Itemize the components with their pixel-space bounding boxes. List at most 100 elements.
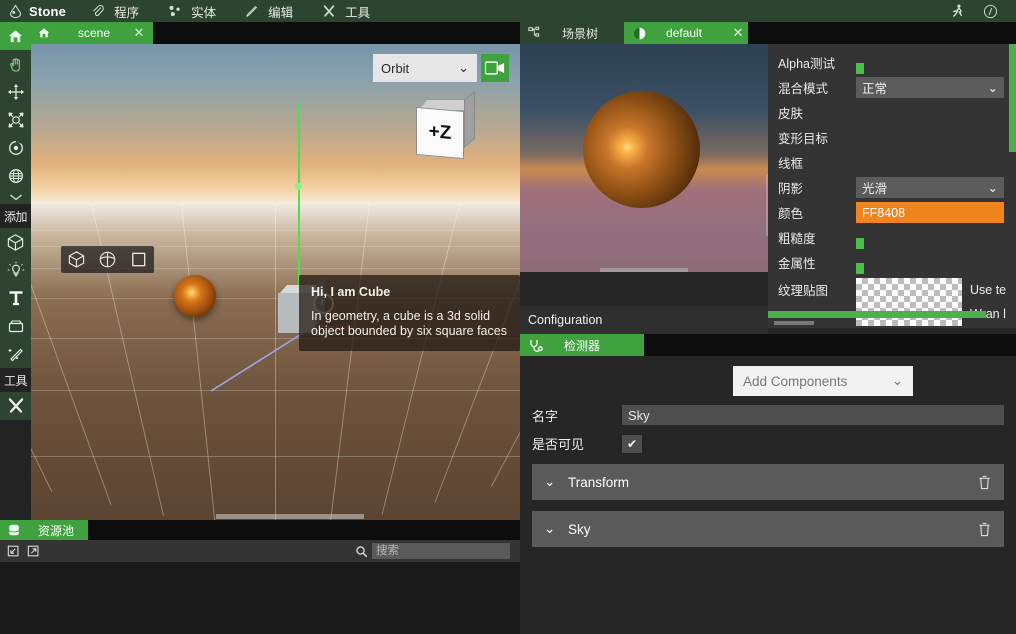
view-orientation-cube[interactable]: +Z <box>416 90 476 160</box>
tab-resource-pool[interactable]: 资源池 <box>0 520 89 540</box>
material-preview[interactable] <box>520 44 768 272</box>
tab-scene-close-icon[interactable]: ✕ <box>131 25 147 41</box>
paperclip-icon <box>90 4 105 19</box>
right-dock: 场景树 default ✕ Configuration Model <box>520 22 1016 634</box>
search-input[interactable] <box>372 543 510 559</box>
stone-logo-icon <box>8 3 23 19</box>
tree-icon <box>520 26 550 40</box>
export-button[interactable] <box>24 541 44 561</box>
rail-item-add-light[interactable] <box>0 256 31 284</box>
square-outline-icon <box>132 252 146 267</box>
inspector-visible-checkbox[interactable]: ✔ <box>622 434 642 453</box>
rail-item-add-container[interactable] <box>0 312 31 340</box>
import-button[interactable] <box>4 541 24 561</box>
texture-thumbnail[interactable] <box>856 278 962 326</box>
menu-label-tools: 工具 <box>345 5 371 20</box>
chevron-down-icon <box>9 194 22 201</box>
viewport-horizontal-scrollbar[interactable] <box>31 513 520 520</box>
blend-mode-value: 正常 <box>862 82 888 96</box>
menu-item-program[interactable]: 程序 <box>76 0 153 22</box>
shading-select[interactable]: 光滑 ⌄ <box>856 177 1004 198</box>
color-field[interactable]: FF8408 <box>856 202 1004 223</box>
menu-item-edit[interactable]: 编辑 <box>230 0 307 22</box>
add-components-value: Add Components <box>743 373 848 389</box>
property-label-roughness: 粗糙度 <box>778 232 816 246</box>
hand-pick-icon <box>10 57 20 72</box>
tab-material-close-icon[interactable]: ✕ <box>728 25 748 41</box>
rail-item-tools[interactable] <box>0 392 31 420</box>
shading-material-button[interactable] <box>92 246 123 273</box>
add-components-wrap: Add Components ⌄ <box>532 366 1004 396</box>
rail-item-global[interactable] <box>0 162 31 190</box>
blend-mode-select[interactable]: 正常 ⌄ <box>856 77 1004 98</box>
camera-mode-select[interactable]: Orbit ⌄ <box>373 54 477 82</box>
rail-item-home[interactable] <box>0 22 31 50</box>
component-card-sky[interactable]: ⌄ Sky <box>532 511 1004 547</box>
database-icon <box>0 523 28 537</box>
scene-viewport[interactable]: i Orbit ⌄ +Z Hi, I am Cube In g <box>31 44 520 520</box>
rail-item-scale[interactable] <box>0 106 31 134</box>
gizmo-axis-y-handle[interactable] <box>295 183 302 190</box>
material-preview-scrollbar[interactable] <box>600 268 688 272</box>
tab-material-default[interactable]: default ✕ <box>624 22 749 44</box>
chevron-down-icon[interactable]: ⌄ <box>544 474 564 490</box>
tab-resource-pool-label: 资源池 <box>38 523 75 538</box>
property-label-texture: 纹理贴图 <box>778 284 829 298</box>
globe-icon <box>8 168 23 184</box>
property-label-skin: 皮肤 <box>778 107 804 121</box>
info-circle-icon[interactable] <box>983 4 998 19</box>
inspector-name-field[interactable]: Sky <box>622 405 1004 425</box>
property-label-blend-mode: 混合模式 <box>778 82 829 96</box>
trash-icon[interactable] <box>974 522 994 537</box>
inspector-name-value: Sky <box>628 407 650 423</box>
application-window: Stone 程序 实体 编辑 工具 添加 工具 scene ✕ Orbit ⌄ … <box>0 0 1016 634</box>
gizmo-axis-z[interactable] <box>209 331 305 393</box>
tab-scene-tree[interactable]: 场景树 <box>520 22 625 44</box>
shading-flat-button[interactable] <box>123 246 154 273</box>
menu-item-tools[interactable]: 工具 <box>307 0 384 22</box>
rail-item-add-cube[interactable] <box>0 228 31 256</box>
inspector-tabbar: 检测器 <box>520 334 1016 356</box>
rail-section-add: 添加 <box>0 204 31 228</box>
scene-object-sphere[interactable] <box>174 275 216 317</box>
text-t-icon <box>9 291 22 306</box>
resource-pool-body[interactable] <box>0 562 520 634</box>
tab-inspector[interactable]: 检测器 <box>520 334 645 356</box>
rail-collapse-caret[interactable] <box>0 190 31 204</box>
camera-preview-button[interactable] <box>481 54 509 82</box>
tab-scene-tree-label: 场景树 <box>562 26 599 41</box>
rail-item-add-text[interactable] <box>0 284 31 312</box>
texture-use-label: Use te <box>970 283 1007 297</box>
rail-item-select[interactable] <box>0 50 31 78</box>
material-horizontal-scrollbar[interactable] <box>774 321 814 325</box>
app-brand[interactable]: Stone <box>0 4 76 19</box>
run-person-icon[interactable] <box>950 4 965 19</box>
trash-icon[interactable] <box>974 475 994 490</box>
add-components-select[interactable]: Add Components ⌄ <box>733 366 913 396</box>
menu-item-entity[interactable]: 实体 <box>153 0 230 22</box>
inspector-panel: 检测器 Add Components ⌄ 名字 Sky 是否可见 ✔ ⌄ Tra… <box>520 334 1016 634</box>
inspector-body: Add Components ⌄ 名字 Sky 是否可见 ✔ ⌄ Transfo… <box>520 356 1016 547</box>
light-bulb-icon <box>7 261 24 277</box>
tab-scene[interactable]: scene ✕ <box>31 22 153 44</box>
property-row-alpha-test: Alpha测试 <box>768 50 1016 75</box>
move-arrows-icon <box>7 84 24 100</box>
import-icon <box>7 545 19 557</box>
shading-solid-button[interactable] <box>61 246 92 273</box>
gizmo-axis-y[interactable] <box>298 101 300 291</box>
right-dock-tabbar: 场景树 default ✕ <box>520 22 1016 44</box>
scene-tabbar: scene ✕ <box>31 22 520 44</box>
material-progress-bar <box>768 311 986 318</box>
view-cube-face-label: +Z <box>416 106 464 160</box>
material-vertical-scrollbar[interactable] <box>1009 44 1016 152</box>
home-scene-icon <box>31 26 57 40</box>
chevron-down-icon[interactable]: ⌄ <box>544 521 564 537</box>
rail-item-move[interactable] <box>0 78 31 106</box>
inspector-visible-row: 是否可见 ✔ <box>532 434 1004 453</box>
color-hex-value: FF8408 <box>862 205 906 220</box>
video-camera-icon <box>485 61 505 75</box>
rail-item-rotate[interactable] <box>0 134 31 162</box>
shading-value: 光滑 <box>862 182 888 196</box>
rail-item-add-effect[interactable] <box>0 340 31 368</box>
component-card-transform[interactable]: ⌄ Transform <box>532 464 1004 500</box>
